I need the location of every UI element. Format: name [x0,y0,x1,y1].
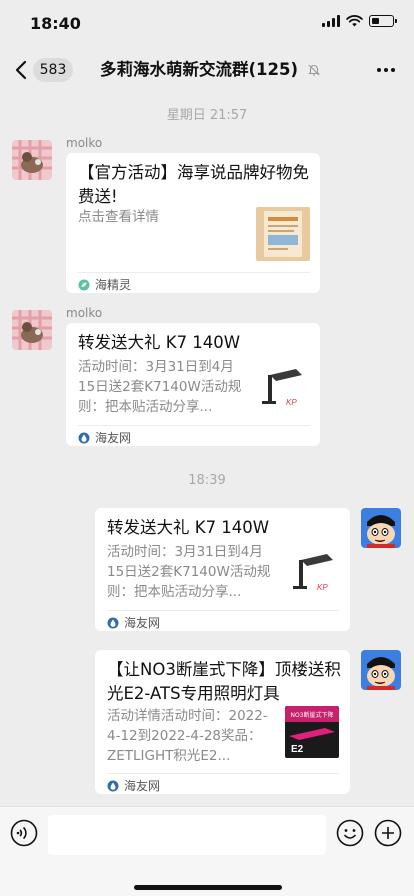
drop-icon [107,617,119,628]
card-source-name: 海友网 [95,431,132,445]
card-source-name: 海友网 [124,779,161,793]
card-source: 海精灵 [78,276,131,293]
card-description: 活动时间：3月31日到4月15日送2套K7140W活动规则：把本贴活动分享... [78,359,242,415]
message-input[interactable] [48,815,326,855]
chat-title: 多莉海水萌新交流群(125) [100,60,299,79]
leaf-icon [78,279,90,290]
drop-icon [78,432,90,443]
drop-icon [107,780,119,791]
add-icon[interactable] [374,819,402,847]
avatar[interactable] [12,310,52,350]
card-title: 转发送大礼 K7 140W [107,518,270,537]
avatar[interactable] [12,140,52,180]
message-timestamp: 18:39 [188,473,226,488]
card-divider [107,610,339,611]
card-divider [78,272,310,273]
card-thumbnail [256,207,310,261]
mute-bell-icon [308,64,320,76]
card-source-name: 海精灵 [95,278,132,292]
input-bar [0,806,414,896]
voice-input-icon[interactable] [10,819,38,847]
card-divider [107,773,339,774]
back-arrow-icon[interactable] [12,58,32,82]
battery-icon [369,15,397,27]
status-icons [322,15,397,27]
sender-name: molko [66,136,103,150]
card-thumbnail: NO3断崖式下降 E2 [285,706,339,758]
link-card[interactable]: 【让NO3断崖式下降】顶楼送积光E2-ATS专用照明灯具 活动详情活动时间：20… [95,650,350,794]
card-title: 转发送大礼 K7 140W [78,333,241,352]
avatar[interactable] [361,650,401,690]
signal-icon [322,15,340,27]
link-card[interactable]: 转发送大礼 K7 140W 活动时间：3月31日到4月15日送2套K7140W活… [66,323,320,446]
card-description: 活动时间：3月31日到4月15日送2套K7140W活动规则：把本贴活动分享... [107,544,271,600]
thumb-headline: NO3断崖式下降 [290,711,333,719]
home-indicator [134,885,282,890]
card-thumbnail: KP [287,546,341,600]
card-source: 海友网 [78,429,131,446]
card-description: 点击查看详情 [78,209,159,225]
wifi-icon [346,15,363,27]
thumb-model: E2 [291,744,304,755]
status-bar: 18:40 [0,0,414,46]
unread-count-badge[interactable]: 583 [33,58,73,82]
card-description: 活动详情活动时间：2022-4-12到2022-4-28奖品：ZETLIGHT积… [107,708,268,764]
more-options-icon[interactable] [376,60,396,80]
thumb-brand: KP [286,398,297,407]
emoji-icon[interactable] [336,819,364,847]
sender-name: molko [66,306,103,320]
status-time: 18:40 [30,14,81,33]
card-divider [78,425,310,426]
link-card[interactable]: 转发送大礼 K7 140W 活动时间：3月31日到4月15日送2套K7140W活… [95,508,350,631]
card-source-name: 海友网 [124,616,161,630]
card-title: 【让NO3断崖式下降】顶楼送积光E2-ATS专用照明灯具 [107,660,341,703]
card-title: 【官方活动】海享说品牌好物免费送! [78,163,309,206]
avatar[interactable] [361,508,401,548]
message-timestamp: 星期日 21:57 [166,108,248,123]
card-source: 海友网 [107,777,160,794]
card-thumbnail: KP [256,361,310,415]
card-source: 海友网 [107,614,160,631]
thumb-brand: KP [317,583,328,592]
link-card[interactable]: 【官方活动】海享说品牌好物免费送! 点击查看详情 海精灵 [66,153,320,293]
chat-header: 583 多莉海水萌新交流群(125) [0,46,414,94]
